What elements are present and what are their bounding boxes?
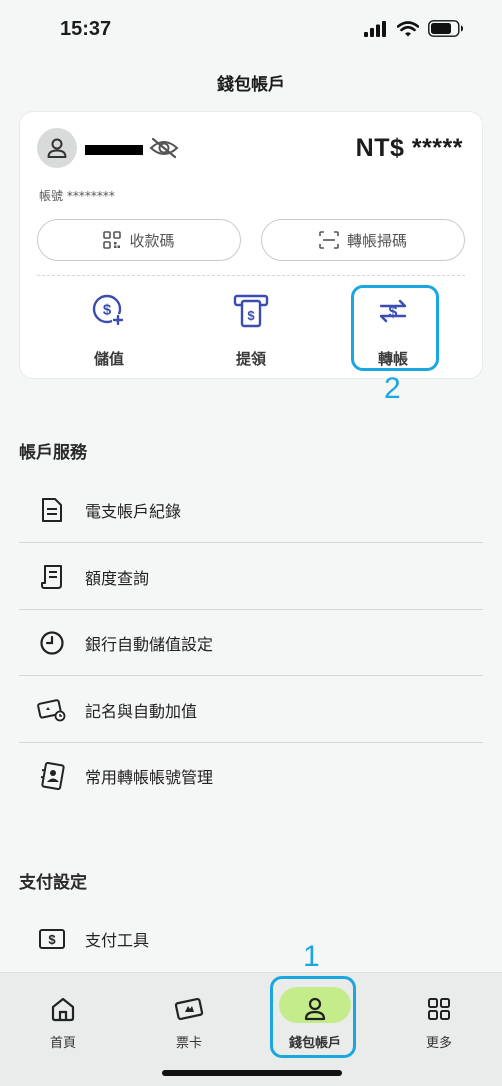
receipt-icon bbox=[41, 564, 62, 589]
menu-label: 支付工具 bbox=[85, 931, 150, 950]
withdraw-button[interactable]: $ 提領 bbox=[206, 292, 296, 369]
callout-2: 2 bbox=[384, 372, 401, 405]
home-indicator[interactable] bbox=[162, 1070, 342, 1076]
tab-label: 票卡 bbox=[175, 1036, 202, 1051]
wallet-tab-highlight-box bbox=[270, 976, 356, 1058]
card-divider bbox=[37, 275, 465, 276]
tab-bar: 首頁 票卡 錢包帳戶 更多 bbox=[0, 972, 502, 1086]
status-icons bbox=[364, 20, 464, 37]
menu-item-payment-tools[interactable]: $ 支付工具 bbox=[19, 906, 483, 972]
menu-label: 記名與自動加值 bbox=[85, 701, 198, 721]
menu-label: 額度查詢 bbox=[85, 568, 150, 588]
deposit-icon: $ bbox=[92, 294, 124, 326]
svg-text:$: $ bbox=[103, 302, 112, 319]
avatar[interactable] bbox=[37, 128, 77, 168]
withdraw-icon: $ bbox=[233, 294, 269, 328]
payment-code-label: 收款碼 bbox=[129, 231, 175, 250]
deposit-label: 儲值 bbox=[93, 350, 124, 368]
account-number: 帳號 ******** bbox=[39, 189, 115, 203]
signal-icon bbox=[364, 20, 386, 37]
svg-text:$: $ bbox=[48, 932, 56, 947]
wifi-icon bbox=[397, 20, 419, 36]
menu-label: 電支帳戶紀錄 bbox=[85, 501, 182, 521]
menu-item-frequent-accounts[interactable]: 常用轉帳帳號管理 bbox=[19, 743, 483, 809]
menu-label: 銀行自動儲值設定 bbox=[85, 634, 214, 654]
ticket-card-icon bbox=[174, 997, 204, 1021]
menu-item-transaction-records[interactable]: 電支帳戶紀錄 bbox=[19, 477, 483, 543]
contact-book-icon bbox=[40, 762, 65, 790]
deposit-button[interactable]: $ 儲值 bbox=[64, 292, 154, 369]
clock-icon bbox=[40, 630, 64, 655]
menu-item-auto-deposit[interactable]: 銀行自動儲值設定 bbox=[19, 610, 483, 676]
account-services-title: 帳戶服務 bbox=[19, 443, 87, 463]
payment-code-button[interactable]: 收款碼 bbox=[37, 219, 241, 261]
grid-icon bbox=[428, 998, 450, 1020]
tab-home[interactable]: 首頁 bbox=[8, 973, 118, 1051]
scan-icon bbox=[319, 231, 339, 249]
svg-text:$: $ bbox=[247, 308, 255, 323]
home-icon bbox=[51, 997, 75, 1022]
status-bar: 15:37 bbox=[0, 0, 502, 60]
tab-ticket-card[interactable]: 票卡 bbox=[134, 973, 244, 1051]
battery-icon bbox=[428, 20, 463, 37]
card-icon bbox=[37, 698, 66, 721]
qr-code-icon bbox=[103, 231, 122, 249]
menu-label: 常用轉帳帳號管理 bbox=[85, 768, 214, 787]
callout-1: 1 bbox=[303, 940, 320, 973]
document-icon bbox=[42, 497, 62, 522]
dollar-card-icon: $ bbox=[39, 929, 65, 949]
transfer-scan-button[interactable]: 轉帳掃碼 bbox=[261, 219, 465, 261]
transfer-scan-label: 轉帳掃碼 bbox=[346, 231, 407, 250]
tab-label: 首頁 bbox=[49, 1036, 76, 1051]
transfer-highlight-box bbox=[351, 285, 439, 371]
user-icon bbox=[47, 138, 67, 158]
page-title: 錢包帳戶 bbox=[217, 75, 285, 95]
menu-item-limit-query[interactable]: 額度查詢 bbox=[19, 544, 483, 610]
balance: NT$ ***** bbox=[355, 134, 463, 162]
eye-off-icon[interactable] bbox=[149, 137, 179, 159]
withdraw-label: 提領 bbox=[235, 350, 266, 368]
tab-more[interactable]: 更多 bbox=[384, 973, 494, 1051]
masked-name bbox=[85, 145, 143, 155]
menu-item-register-autoload[interactable]: 記名與自動加值 bbox=[19, 677, 483, 743]
payment-settings-title: 支付設定 bbox=[19, 873, 87, 893]
status-time: 15:37 bbox=[60, 18, 112, 40]
tab-label: 更多 bbox=[425, 1036, 452, 1051]
